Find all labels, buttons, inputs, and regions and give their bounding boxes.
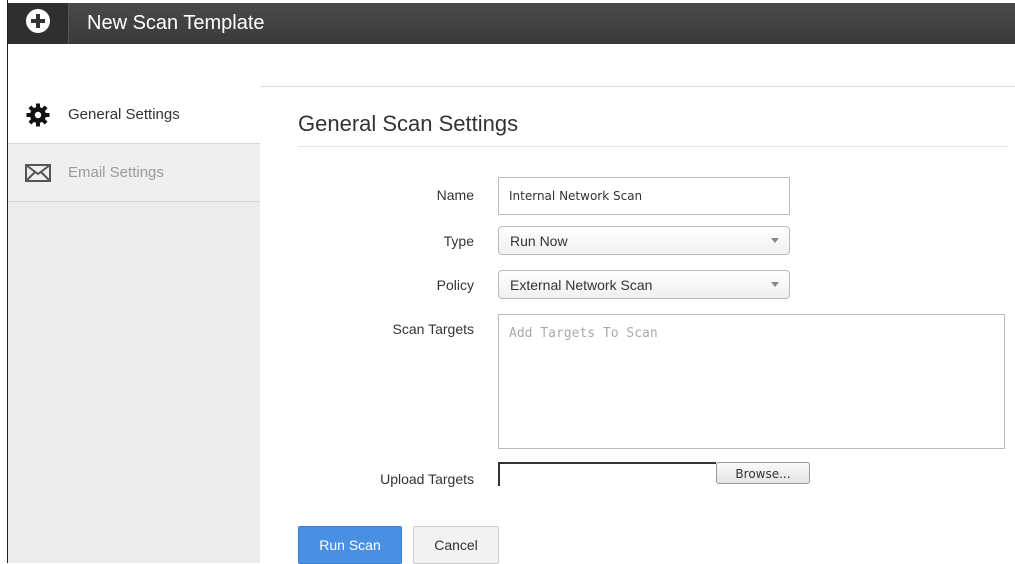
name-label: Name [436,187,474,203]
cancel-button[interactable]: Cancel [413,526,499,564]
section-divider [298,146,1008,147]
section-title: General Scan Settings [298,111,519,136]
page-title: New Scan Template [87,12,265,34]
sidebar: General Settings Email Settings [8,86,261,563]
scan-targets-textarea[interactable]: Add Targets To Scan [498,314,1005,449]
sidebar-item-general-settings[interactable]: General Settings [8,86,260,144]
chevron-down-icon [771,282,779,287]
policy-select-value: External Network Scan [510,276,653,293]
upload-targets-file-input[interactable] [498,462,716,486]
type-select-value: Run Now [510,232,568,249]
envelope-icon [24,161,52,185]
sidebar-item-label: Email Settings [68,164,164,181]
browse-button[interactable]: Browse... [716,462,810,484]
policy-label: Policy [436,277,474,293]
toolbar-spacer [8,44,1015,86]
main-panel: General Scan Settings Name Internal Netw… [260,86,1015,564]
new-scan-button[interactable] [8,3,69,44]
policy-select[interactable]: External Network Scan [498,270,790,299]
run-scan-button[interactable]: Run Scan [298,526,402,564]
gear-icon [24,103,52,127]
scan-template-window: New Scan Template General Settings Email… [0,0,1015,564]
type-label: Type [443,233,474,249]
plus-circle-icon [25,8,51,39]
name-field[interactable]: Internal Network Scan [498,177,790,215]
scan-targets-label: Scan Targets [392,321,474,337]
upload-targets-label: Upload Targets [380,471,474,487]
chevron-down-icon [771,238,779,243]
top-bar: New Scan Template [8,3,1015,44]
sidebar-item-email-settings[interactable]: Email Settings [8,144,260,202]
type-select[interactable]: Run Now [498,226,790,255]
sidebar-item-label: General Settings [68,106,180,123]
